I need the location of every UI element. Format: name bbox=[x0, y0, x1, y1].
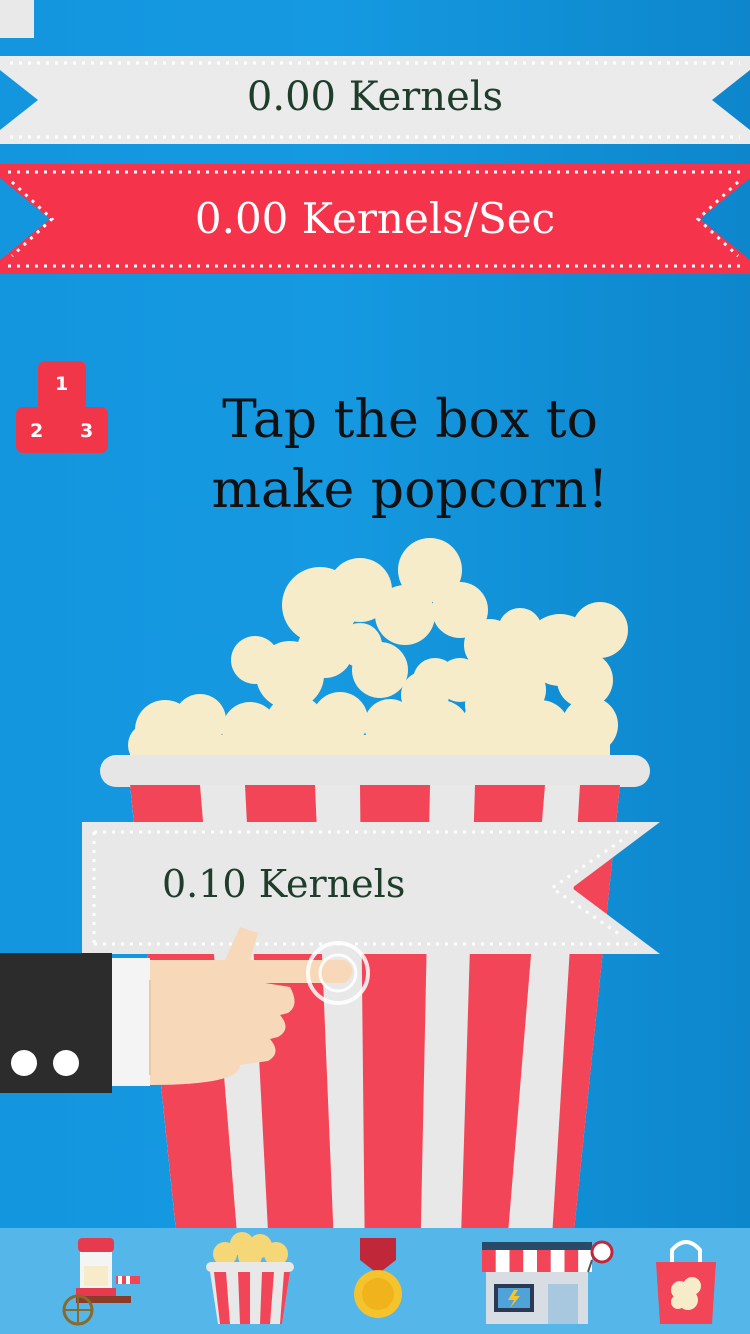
rank-2-label: 2 bbox=[30, 420, 44, 442]
leaderboard-button[interactable]: 1 2 3 bbox=[16, 361, 108, 453]
rank-1-label: 1 bbox=[55, 373, 69, 395]
kernels-per-sec-count: 0.00 Kernels/Sec bbox=[194, 194, 556, 243]
popcorn-cart-icon bbox=[62, 1238, 140, 1326]
tab-popcorn-cart[interactable] bbox=[56, 1232, 146, 1328]
popcorn-box-icon bbox=[206, 1232, 294, 1324]
tab-shop[interactable] bbox=[478, 1232, 618, 1328]
pointing-hand-icon bbox=[0, 925, 380, 1095]
instruction-line-2: make popcorn! bbox=[211, 460, 609, 520]
tab-achievements[interactable] bbox=[350, 1232, 406, 1328]
kernels-per-sec-banner: 0.00 Kernels/Sec bbox=[0, 160, 750, 278]
tab-store-bag[interactable] bbox=[650, 1232, 722, 1328]
kernels-banner: 0.00 Kernels bbox=[0, 50, 750, 150]
shop-icon bbox=[482, 1240, 614, 1324]
tap-value-label: 0.10 Kernels bbox=[162, 862, 406, 906]
instruction-line-1: Tap the box to bbox=[222, 390, 598, 450]
shopping-bag-icon bbox=[656, 1240, 716, 1324]
bottom-nav-bar bbox=[0, 1228, 750, 1334]
instruction-text: Tap the box to make popcorn! bbox=[160, 385, 660, 525]
corner-square bbox=[0, 0, 34, 38]
tab-popcorn[interactable] bbox=[200, 1232, 300, 1328]
kernels-count: 0.00 Kernels bbox=[246, 74, 504, 120]
rank-3-label: 3 bbox=[80, 420, 94, 442]
medal-icon bbox=[354, 1238, 402, 1318]
